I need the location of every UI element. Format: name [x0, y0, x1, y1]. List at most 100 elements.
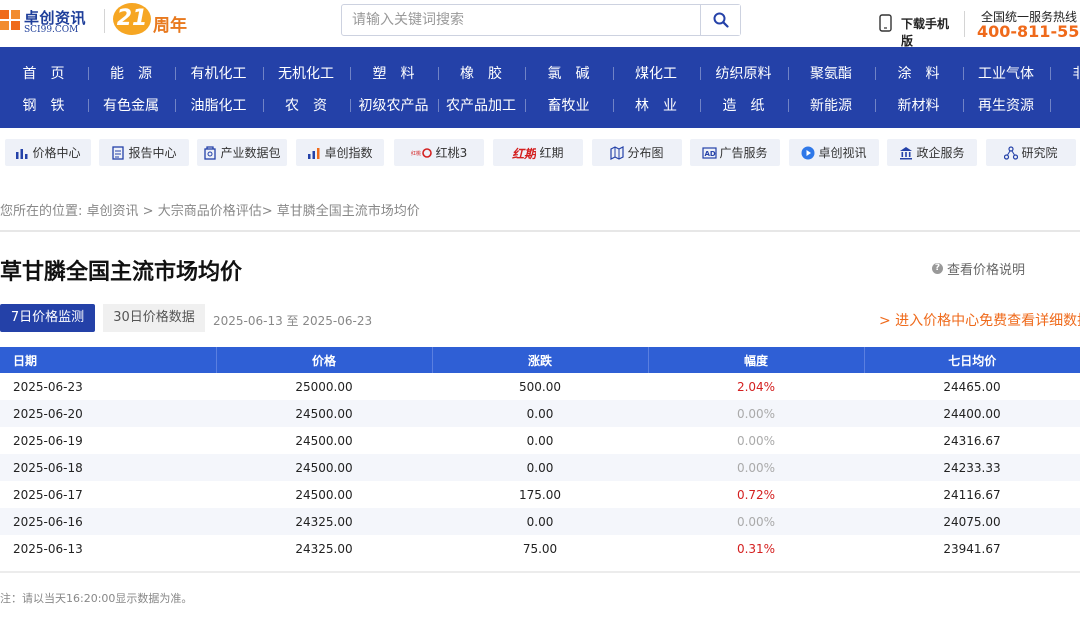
page-title: 草甘膦全国主流市场均价: [0, 260, 243, 285]
nav-item[interactable]: 氯 碱: [525, 61, 612, 87]
cell-percent: 0.31%: [736, 541, 776, 556]
quick-link-10[interactable]: 政企服务: [887, 139, 977, 166]
cell-percent: 0.00%: [648, 400, 864, 427]
nav-item[interactable]: 农 资: [263, 93, 350, 119]
price-explanation-label: 查看价格说明: [947, 263, 1026, 278]
quick-link-label: 卓创视讯: [818, 146, 867, 160]
nav-item[interactable]: 煤化工: [613, 61, 700, 87]
quick-link-4[interactable]: 卓创指数: [296, 139, 384, 166]
cell-percent: 0.00%: [648, 508, 864, 535]
cell-date: 2025-06-18: [0, 454, 216, 481]
phone-icon: [879, 14, 892, 32]
quick-link-label: 卓创指数: [324, 146, 373, 160]
tab-30-day-data[interactable]: 30日价格数据: [103, 304, 205, 332]
site-header: 卓创资讯 SCI99.COM 21 周年 下载手机版 全国统一服务热线 400-…: [0, 0, 1080, 48]
cell-change: 75.00: [522, 541, 558, 556]
tab-7-day-monitor[interactable]: 7日价格监测: [0, 304, 95, 332]
cell-seven-day-average: 23941.67: [943, 541, 1001, 556]
quick-link-1[interactable]: 价格中心: [5, 139, 91, 166]
nav-separator: [700, 67, 701, 80]
data-note: 注：请以当天16:20:00显示数据为准。: [0, 592, 193, 605]
price-center-detail-link[interactable]: > 进入价格中心免费查看详细数据: [879, 310, 1080, 330]
quick-link-label: 报告中心: [128, 146, 177, 160]
nav-item[interactable]: 纺织原料: [700, 61, 787, 87]
cell-price: 24325.00: [216, 508, 432, 535]
nav-separator: [1050, 99, 1051, 112]
help-icon: ?: [932, 263, 943, 274]
nav-item[interactable]: 有色金属: [88, 93, 175, 119]
cell-percent: 0.00%: [736, 433, 776, 448]
nav-item[interactable]: 新材料: [875, 93, 962, 119]
nav-separator: [787, 99, 789, 112]
nav-item[interactable]: 新能源: [788, 93, 875, 119]
date-range: 2025-06-13 至 2025-06-23: [213, 314, 373, 328]
nav-separator: [175, 99, 176, 112]
cell-date: 2025-06-19: [13, 433, 83, 448]
nav-separator: [525, 99, 526, 112]
cell-percent: 2.04%: [736, 379, 776, 394]
quick-link-8[interactable]: AD 广告服务: [690, 139, 780, 166]
price-explanation-link[interactable]: ? 查看价格说明: [932, 259, 1025, 278]
nav-item[interactable]: 再生资源: [963, 93, 1050, 119]
svg-text:红期: 红期: [512, 147, 536, 160]
cell-date: 2025-06-23: [13, 379, 83, 394]
price-table: 日期 价格 涨跌 幅度 七日均价 2025-06-23 25000.00 500.0…: [0, 347, 1080, 562]
nav-item[interactable]: 涂 料: [875, 61, 962, 87]
cell-percent: 0.72%: [736, 487, 776, 502]
nav-item[interactable]: 塑 料: [350, 61, 437, 87]
network-icon: [1004, 145, 1019, 160]
nav-separator: [87, 99, 89, 112]
quick-link-11[interactable]: 研究院: [986, 139, 1076, 166]
search-icon: [713, 12, 729, 28]
cell-date: 2025-06-13: [13, 541, 83, 556]
nav-item[interactable]: 林 业: [613, 93, 700, 119]
nav-item[interactable]: 聚氨酯: [788, 61, 875, 87]
nav-item[interactable]: 钢 铁: [0, 93, 87, 119]
nav-item[interactable]: 油脂化工: [175, 93, 262, 119]
table-row: 2025-06-18 24500.00 0.00 0.00% 24233.33: [0, 454, 1080, 481]
nav-item[interactable]: 橡 胶: [438, 61, 525, 87]
nav-item[interactable]: 造 纸: [700, 93, 787, 119]
nav-row: 首 页能 源有机化工 无机化工塑 料橡 胶氯 碱煤化工 纺织原料 聚氨酯涂 料工业气体…: [0, 61, 1080, 87]
nav-separator: [350, 99, 351, 112]
quick-link-9[interactable]: 卓创视讯: [789, 139, 879, 166]
cell-price: 24500.00: [295, 487, 353, 502]
breadcrumb-divider: [0, 230, 1080, 232]
nav-item[interactable]: 畜牧业: [525, 93, 612, 119]
report-icon: [111, 145, 125, 160]
nav-item[interactable]: 家电: [1050, 93, 1080, 119]
bar-chart-icon: [15, 146, 29, 160]
breadcrumb-path[interactable]: 卓创资讯 > 大宗商品价格评估> 草甘膦全国主流市场均价: [87, 204, 420, 219]
quick-link-label: 红期: [539, 146, 564, 160]
quick-link-3[interactable]: 产业数据包: [197, 139, 287, 166]
site-logo[interactable]: 卓创资讯 SCI99.COM: [0, 6, 96, 36]
nav-separator: [437, 67, 439, 80]
quick-link-label: 价格中心: [32, 146, 81, 160]
quick-link-7[interactable]: 分布图: [592, 139, 682, 166]
nav-item[interactable]: 初级农产品: [350, 93, 437, 119]
nav-item[interactable]: 能 源: [88, 61, 175, 87]
quick-link-6[interactable]: 红期 红期: [493, 139, 583, 166]
search-button[interactable]: [700, 5, 740, 35]
quick-link-2[interactable]: 报告中心: [99, 139, 189, 166]
table-row: 2025-06-23 25000.00 500.00 2.04% 24465.00: [0, 373, 1080, 400]
nav-item[interactable]: 非金属: [1050, 61, 1080, 87]
nav-item[interactable]: 有机化工: [175, 61, 262, 87]
table-row: 2025-06-13 24325.00 75.00 0.31% 23941.67: [0, 535, 1080, 562]
column-header-seven-day-average: 七日均价: [864, 347, 1080, 373]
download-app-link[interactable]: 下载手机版: [879, 14, 959, 48]
hotline-number: 400-811-5599: [977, 22, 1080, 41]
nav-item[interactable]: 首 页: [0, 61, 87, 87]
nav-item[interactable]: 工业气体: [963, 61, 1050, 87]
search-input[interactable]: [342, 5, 700, 35]
nav-separator: [875, 67, 876, 80]
cell-change: 500.00: [519, 379, 561, 394]
breadcrumb-prefix: 您所在的位置:: [0, 204, 83, 219]
quick-link-5[interactable]: 红桃 红桃3: [394, 139, 484, 166]
nav-item[interactable]: 无机化工: [263, 61, 350, 87]
cell-price: 25000.00: [295, 379, 353, 394]
breadcrumb: 您所在的位置: 卓创资讯 > 大宗商品价格评估> 草甘膦全国主流市场均价: [0, 200, 420, 219]
nav-item[interactable]: 农产品加工: [438, 93, 525, 119]
cell-seven-day-average: 24233.33: [864, 454, 1080, 481]
quick-link-label: 政企服务: [916, 146, 965, 160]
